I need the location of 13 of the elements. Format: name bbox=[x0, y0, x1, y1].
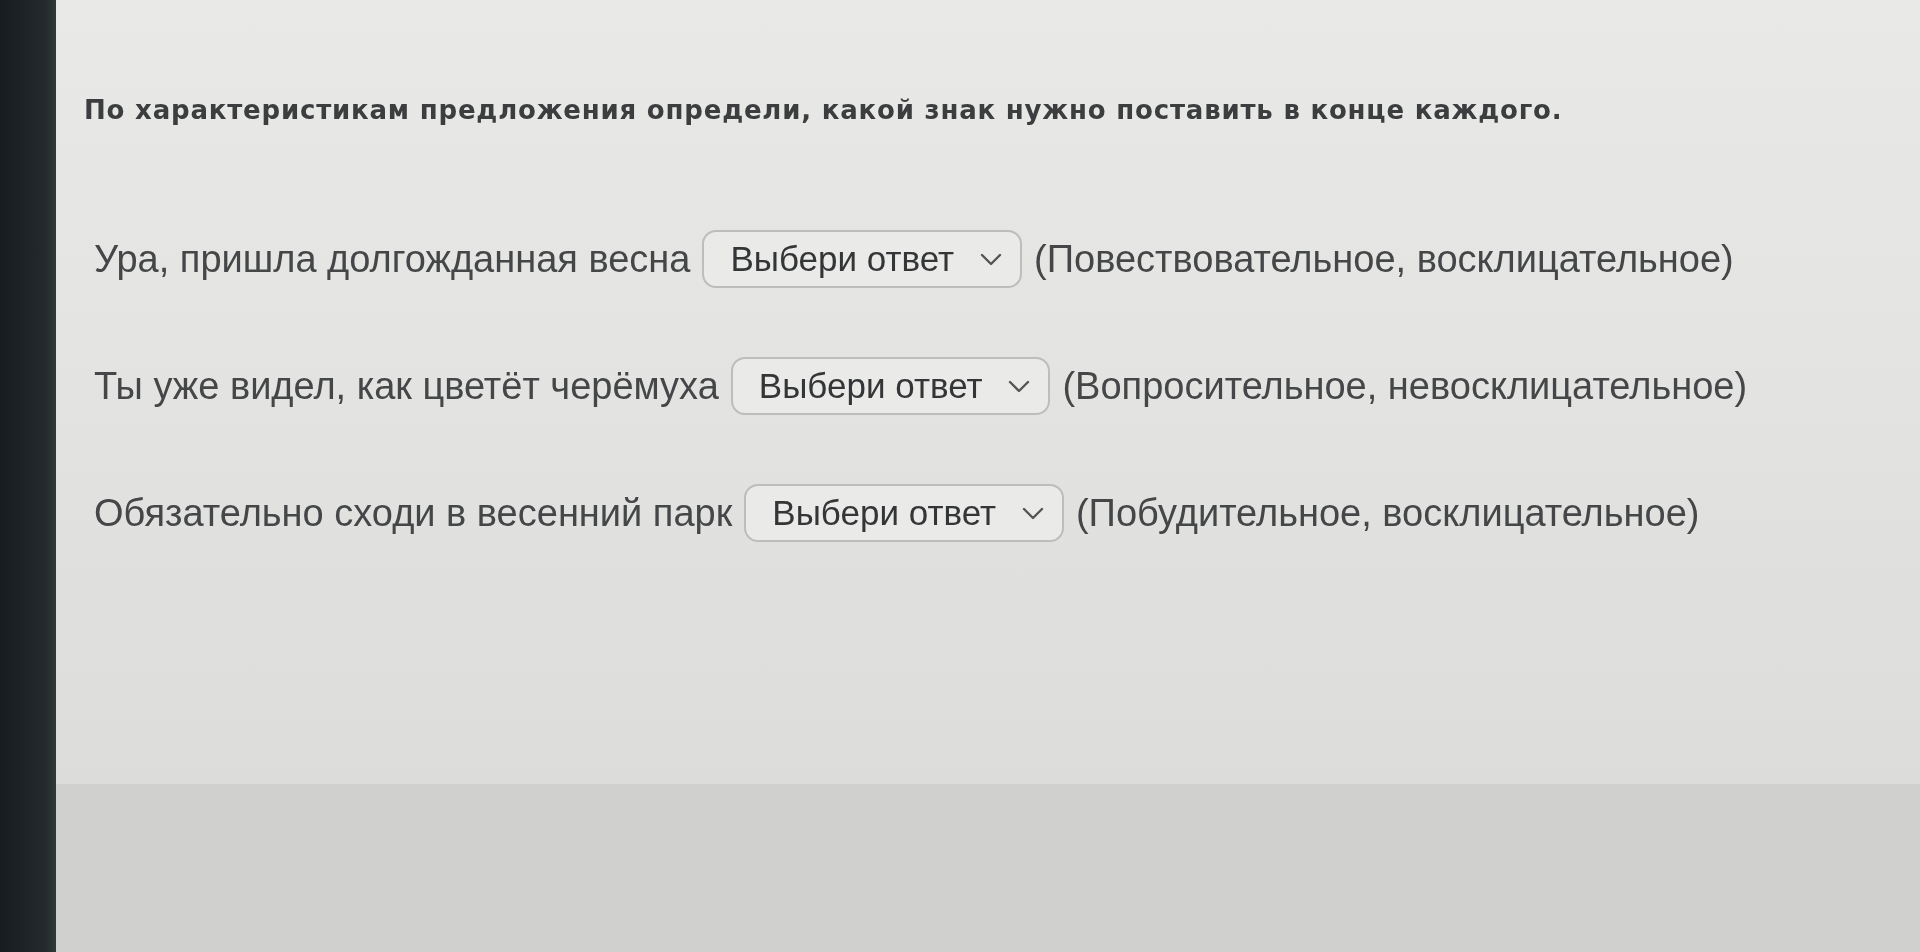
sentence-text: Ты уже видел, как цветёт черёмуха bbox=[94, 364, 719, 408]
sentence-type-hint: (Побудительное, восклицательное) bbox=[1075, 491, 1700, 535]
sentence-text: Ура, пришла долгожданная весна bbox=[94, 237, 691, 281]
answer-dropdown[interactable]: Выбери ответ bbox=[744, 484, 1064, 542]
task-instruction: По характеристикам предложения определи, какой знак нужно поставить в конце каждого. bbox=[84, 94, 1564, 126]
chevron-down-icon bbox=[980, 252, 1003, 266]
answer-dropdown[interactable]: Выбери ответ bbox=[702, 230, 1023, 288]
chevron-down-icon bbox=[1021, 506, 1044, 520]
sentence-type-hint: (Вопросительное, невосклицательное) bbox=[1062, 364, 1748, 408]
sentence-text: Обязательно сходи в весенний парк bbox=[94, 491, 733, 535]
answer-dropdown[interactable]: Выбери ответ bbox=[730, 357, 1051, 415]
chevron-down-icon bbox=[1008, 379, 1031, 393]
sentence-type-hint: (Повествовательное, восклицательное) bbox=[1034, 237, 1734, 281]
